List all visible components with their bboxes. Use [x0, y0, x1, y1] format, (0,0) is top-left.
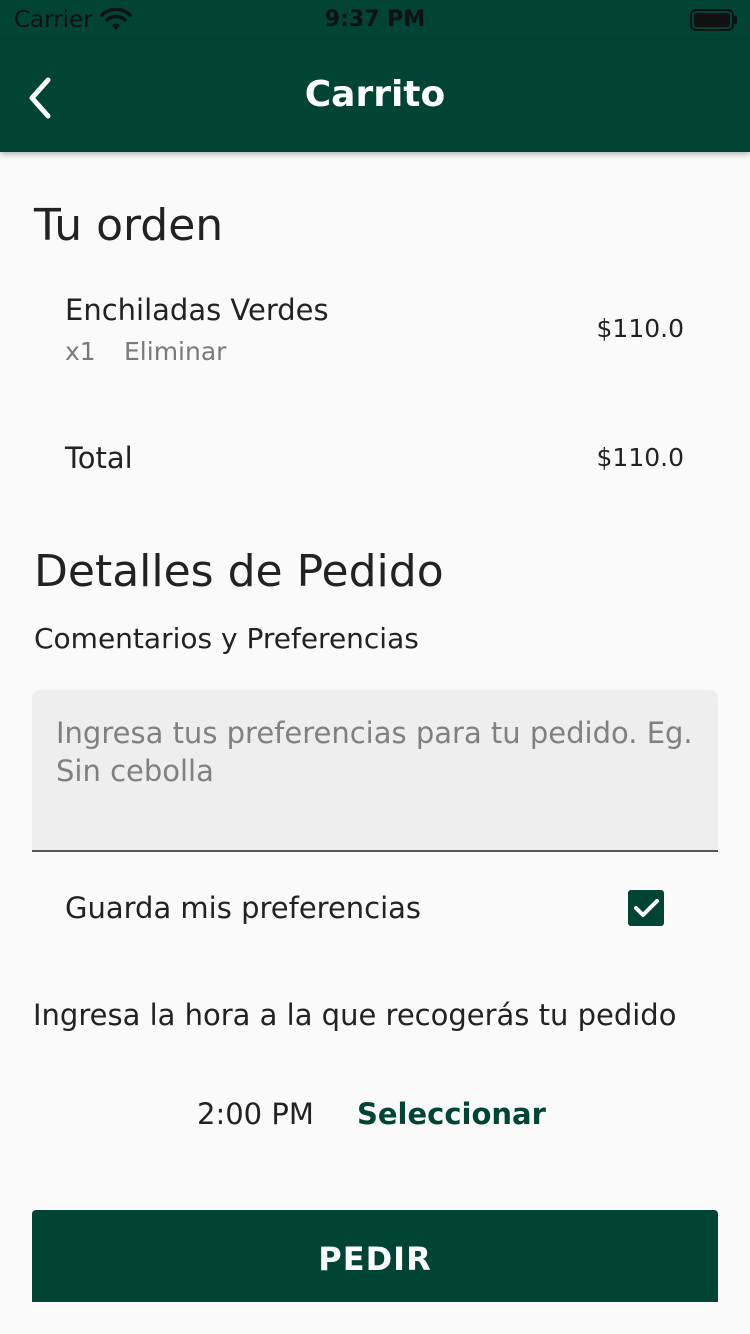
- status-bar: Carrier 9:37 PM: [0, 0, 750, 40]
- battery-icon: [690, 9, 738, 35]
- preferences-input[interactable]: Ingresa tus preferencias para tu pedido.…: [32, 690, 718, 852]
- item-name: Enchiladas Verdes: [65, 293, 329, 327]
- total-value: $110.0: [596, 443, 684, 472]
- app-bar: Carrito: [0, 40, 750, 152]
- details-heading: Detalles de Pedido: [34, 546, 444, 597]
- page-title: Carrito: [304, 74, 446, 115]
- order-button-label: PEDIR: [318, 1240, 432, 1278]
- select-time-button[interactable]: Seleccionar: [357, 1097, 546, 1131]
- item-price: $110.0: [596, 314, 684, 343]
- check-icon: [634, 899, 659, 917]
- order-button[interactable]: PEDIR: [32, 1210, 718, 1302]
- total-label: Total: [65, 441, 133, 475]
- pickup-time-prompt: Ingresa la hora a la que recogerás tu pe…: [33, 998, 677, 1032]
- pickup-time-value: 2:00 PM: [197, 1097, 314, 1131]
- preferences-placeholder: Ingresa tus preferencias para tu pedido.…: [56, 716, 693, 788]
- save-preferences-label: Guarda mis preferencias: [65, 891, 422, 925]
- remove-item-button[interactable]: Eliminar: [124, 337, 226, 366]
- status-time: 9:37 PM: [324, 7, 426, 32]
- item-quantity: x1: [65, 337, 96, 366]
- comments-label: Comentarios y Preferencias: [34, 622, 419, 655]
- order-heading: Tu orden: [34, 200, 224, 251]
- save-preferences-checkbox[interactable]: [628, 890, 664, 926]
